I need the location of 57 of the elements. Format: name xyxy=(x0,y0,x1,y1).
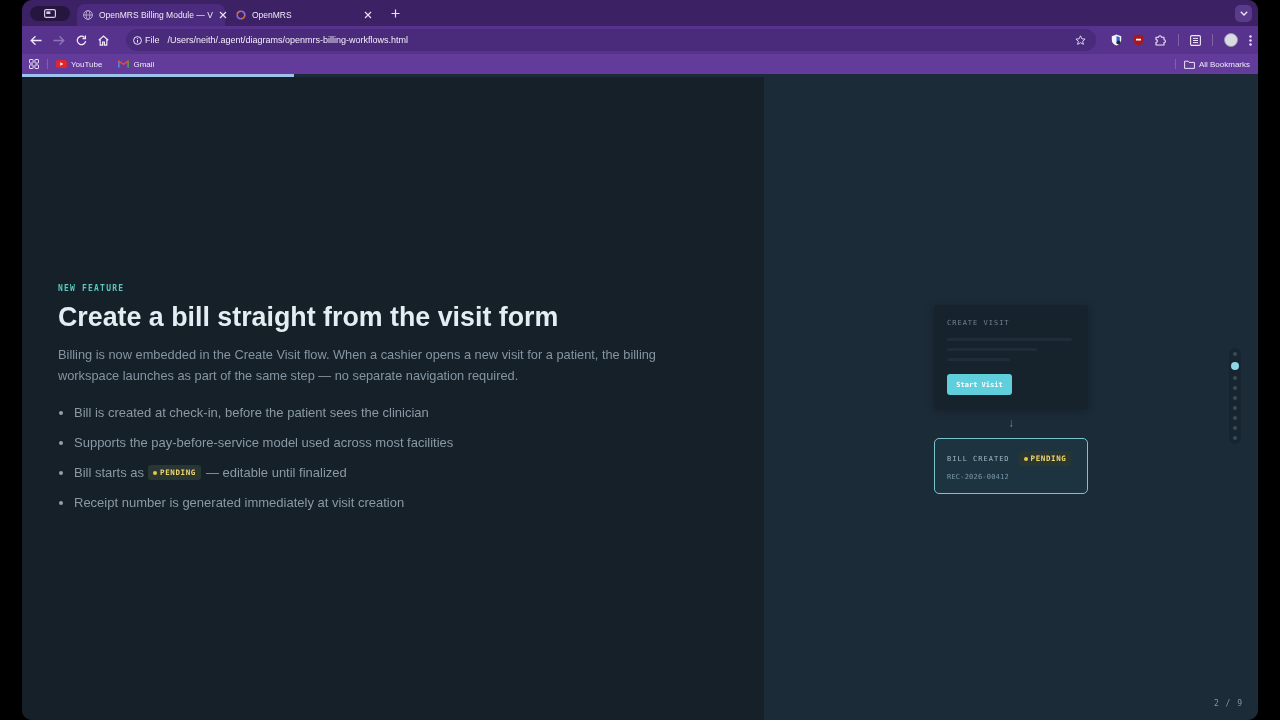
star-icon[interactable] xyxy=(1075,34,1086,46)
bookmark-link[interactable]: YouTube xyxy=(56,59,103,69)
bullet-text: Bill starts as xyxy=(74,465,145,480)
bookmark-link[interactable]: Gmail xyxy=(118,59,155,69)
bullet-text: Receipt number is generated immediately at visit creation xyxy=(74,495,405,510)
address-field[interactable]: File /Users/neith/.agent/diagrams/openmrs-billing-workflows.html xyxy=(126,29,1096,51)
bullet-text: Supports the pay-before-service model used across most facilities xyxy=(74,435,454,450)
grid-icon[interactable] xyxy=(29,59,39,69)
page-dot[interactable] xyxy=(1233,395,1237,400)
status-dot-icon xyxy=(153,470,158,475)
page-dot[interactable] xyxy=(1231,361,1239,370)
slide-description: Billing is now embedded in the Create Visit flow. When a cashier opens a new visit for a patient, the billing workspace launches as part of the same step — no separate navigation required. xyxy=(58,345,657,385)
bullet-icon xyxy=(59,410,63,415)
folder-icon xyxy=(1183,59,1195,69)
globe-icon xyxy=(83,10,93,20)
chevron-down-icon xyxy=(1239,10,1248,16)
slide-title: Create a bill straight from the visit form xyxy=(58,300,559,334)
page-dot[interactable] xyxy=(1233,351,1237,356)
ring-icon xyxy=(236,10,246,20)
bullet-icon xyxy=(59,470,63,475)
bullet-text: Bill is created at check-in, before the patient sees the clinician xyxy=(74,405,429,420)
window-icon xyxy=(44,8,56,18)
status-dot-icon xyxy=(1023,456,1028,461)
side-panel-icon[interactable] xyxy=(1190,34,1201,46)
avatar-icon[interactable] xyxy=(1224,33,1238,47)
flow-arrow: ↓ xyxy=(1008,415,1014,432)
page-counter: 2 / 9 xyxy=(1213,699,1243,708)
page-dot[interactable] xyxy=(1233,435,1237,440)
page-dot[interactable] xyxy=(1233,375,1237,380)
eyebrow-label: NEW FEATURE xyxy=(58,282,125,294)
site-info-button[interactable]: File xyxy=(131,31,166,49)
page-dot[interactable] xyxy=(1233,415,1237,420)
browser-tab[interactable]: OpenMRS Billing Module — V xyxy=(77,4,225,26)
tab-search-button[interactable] xyxy=(30,5,70,21)
close-icon[interactable] xyxy=(364,11,372,19)
puzzle-icon[interactable] xyxy=(1155,34,1167,46)
menu-icon[interactable] xyxy=(1249,34,1252,46)
close-icon[interactable] xyxy=(218,11,227,19)
plus-icon[interactable] xyxy=(391,8,400,18)
page-dot[interactable] xyxy=(1233,405,1237,410)
reload-icon[interactable] xyxy=(76,34,87,46)
url-text: /Users/neith/.agent/diagrams/openmrs-billing-workflows.html xyxy=(167,35,409,45)
page-dot[interactable] xyxy=(1233,385,1237,390)
shield-icon[interactable] xyxy=(1111,34,1122,46)
arrow-left-icon[interactable] xyxy=(30,34,42,46)
house-icon[interactable] xyxy=(98,34,109,46)
bookmark-folder-link[interactable]: All Bookmarks xyxy=(1183,59,1250,69)
info-icon xyxy=(133,35,142,45)
browser-tab[interactable]: OpenMRS xyxy=(230,4,378,26)
page-dot[interactable] xyxy=(1233,425,1237,430)
bullet-icon xyxy=(59,500,63,505)
tab-list-button[interactable] xyxy=(1235,4,1252,22)
play-icon xyxy=(56,60,67,68)
shield-icon[interactable] xyxy=(1133,34,1144,46)
envelope-icon xyxy=(118,60,130,68)
bullet-icon xyxy=(59,440,63,445)
bullet-text: — editable until finalized xyxy=(205,465,347,480)
